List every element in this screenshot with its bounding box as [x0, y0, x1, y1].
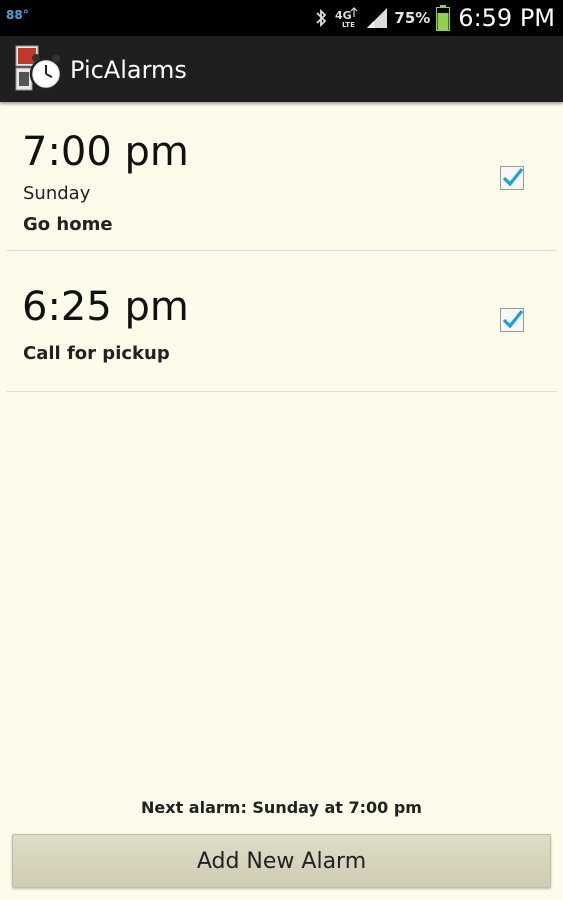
signal-icon	[366, 7, 388, 29]
alarm-time: 6:25 pm	[22, 284, 189, 330]
bluetooth-icon	[314, 8, 328, 28]
add-new-alarm-button[interactable]: Add New Alarm	[12, 834, 551, 888]
app-title: PicAlarms	[70, 56, 187, 84]
picalarms-app-icon[interactable]	[14, 44, 64, 94]
battery-icon	[436, 5, 451, 31]
alarm-enabled-checkbox[interactable]	[500, 308, 524, 332]
weather-temperature: 88°	[6, 8, 29, 22]
battery-percent: 75%	[394, 9, 431, 27]
status-bar: 88° 4G LTE 75% 6:59 PM	[0, 0, 563, 36]
alarm-repeat-day: Sunday	[23, 183, 91, 204]
status-icons: 4G LTE 75% 6:59 PM	[314, 0, 555, 36]
checkmark-icon	[500, 166, 524, 190]
action-bar: PicAlarms	[0, 36, 563, 102]
alarm-label: Go home	[23, 214, 113, 235]
status-time: 6:59 PM	[458, 4, 555, 32]
alarm-time: 7:00 pm	[22, 129, 189, 175]
alarm-enabled-checkbox[interactable]	[500, 166, 524, 190]
checkmark-icon	[500, 308, 524, 332]
next-alarm-text: Next alarm: Sunday at 7:00 pm	[141, 798, 422, 817]
alarm-label: Call for pickup	[23, 343, 170, 364]
list-divider	[6, 391, 557, 392]
4g-lte-icon: 4G LTE	[334, 7, 360, 29]
svg-text:LTE: LTE	[342, 21, 355, 29]
alarm-list-item[interactable]: 6:25 pm Call for pickup	[0, 251, 563, 391]
screen: 88° 4G LTE 75% 6:59 PM PicAlarms 7:00 pm…	[0, 0, 563, 900]
alarm-list-item[interactable]: 7:00 pm Sunday Go home	[0, 102, 563, 250]
